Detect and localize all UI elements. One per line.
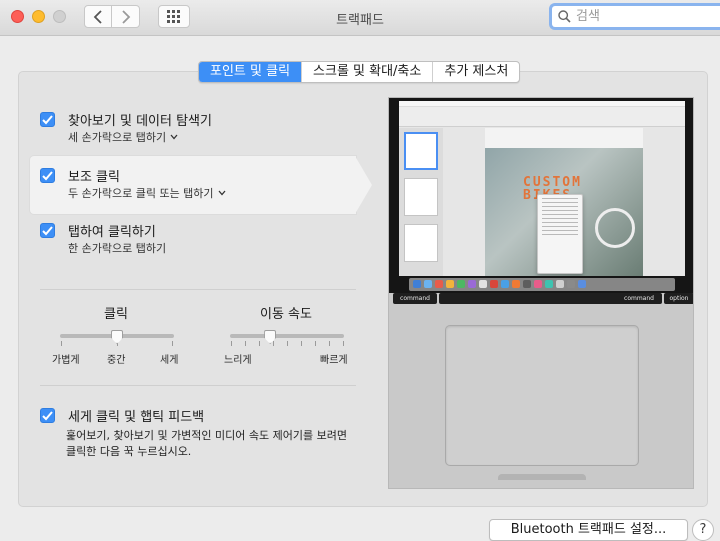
divider <box>40 289 356 290</box>
tracking-speed-tick <box>245 341 246 346</box>
preview-context-menu <box>537 194 583 274</box>
checkmark-icon <box>42 410 53 420</box>
tracking-speed-tick <box>315 341 316 346</box>
secondary-click-gesture-dropdown[interactable]: 두 손가락으로 클릭 또는 탭하기 <box>68 185 226 201</box>
force-click-description-2: 클릭한 다음 꾹 누르십시오. <box>66 445 192 458</box>
preview-dock <box>409 278 675 291</box>
force-click-description-1: 훑어보기, 찾아보기 및 가변적인 미디어 속도 제어기를 보려면 <box>66 429 347 442</box>
help-button[interactable]: ? <box>692 519 714 541</box>
selected-option-pointer <box>355 156 372 214</box>
tap-to-click-checkbox[interactable] <box>40 223 55 238</box>
force-click-checkbox[interactable] <box>40 408 55 423</box>
click-slider-medium-label: 중간 <box>107 355 126 366</box>
tab-point-and-click[interactable]: 포인트 및 클릭 <box>199 62 302 82</box>
checkmark-icon <box>42 225 53 235</box>
tab-bar: 포인트 및 클릭 스크롤 및 확대/축소 추가 제스처 <box>198 61 521 83</box>
laptop-notch <box>498 474 586 480</box>
tracking-speed-title: 이동 속도 <box>260 307 312 322</box>
tracking-speed-track[interactable] <box>230 334 344 338</box>
look-up-gesture-label: 세 손가락으로 탭하기 <box>68 131 167 144</box>
tap-to-click-gesture-label: 한 손가락으로 탭하기 <box>68 240 166 256</box>
tap-to-click-gesture-text: 한 손가락으로 탭하기 <box>68 242 167 255</box>
tracking-speed-tick <box>301 341 302 346</box>
tap-to-click-title: 탭하여 클릭하기 <box>68 225 156 240</box>
tab-scroll-and-zoom[interactable]: 스크롤 및 확대/축소 <box>301 62 432 82</box>
look-up-checkbox[interactable] <box>40 112 55 127</box>
tracking-speed-tick <box>343 341 344 346</box>
preview-screen: CUSTOM BIKES <box>399 101 685 276</box>
tracking-fast-label: 빠르게 <box>320 355 348 366</box>
checkmark-icon <box>42 114 53 124</box>
search-icon <box>558 10 571 23</box>
secondary-click-checkbox[interactable] <box>40 168 55 183</box>
search-input[interactable] <box>576 9 716 24</box>
preview-page-band <box>485 128 643 148</box>
tracking-speed-tick <box>329 341 330 346</box>
preview-thumbnail-sidebar <box>399 128 443 276</box>
preview-thumbnail <box>404 178 438 216</box>
tracking-speed-tick <box>259 341 260 346</box>
look-up-title: 찾아보기 및 데이터 탐색기 <box>68 114 212 129</box>
key-option: option <box>664 293 693 304</box>
preview-document-page: CUSTOM BIKES <box>485 128 643 276</box>
click-slider-light-label: 가볍게 <box>52 355 80 366</box>
preview-keyboard: command command option <box>389 293 693 305</box>
preview-trackpad <box>445 325 639 466</box>
preview-thumbnail <box>404 224 438 262</box>
key-command-right: command <box>616 293 662 304</box>
tracking-speed-tick <box>287 341 288 346</box>
secondary-click-title: 보조 클릭 <box>68 170 120 185</box>
force-click-title: 세게 클릭 및 햅틱 피드백 <box>68 410 205 425</box>
tracking-speed-tick <box>231 341 232 346</box>
click-slider-tick <box>61 341 62 346</box>
chevron-down-icon <box>170 134 178 140</box>
key-space <box>439 293 635 304</box>
click-slider-title: 클릭 <box>104 307 128 322</box>
divider <box>40 385 356 386</box>
preview-toolbar <box>399 107 685 127</box>
tab-more-gestures[interactable]: 추가 제스처 <box>432 62 519 82</box>
tracking-slow-label: 느리게 <box>224 355 252 366</box>
click-slider-firm-label: 세게 <box>160 355 179 366</box>
chevron-down-icon <box>218 190 226 196</box>
click-slider-tick <box>172 341 173 346</box>
preview-thumbnail <box>404 132 438 170</box>
title-bar: 트랙패드 <box>0 0 720 36</box>
laptop-screen-bezel: CUSTOM BIKES <box>389 98 693 293</box>
tracking-speed-tick <box>273 341 274 346</box>
gesture-preview: CUSTOM BIKES <box>388 97 694 489</box>
checkmark-icon <box>42 170 53 180</box>
secondary-click-gesture-label: 두 손가락으로 클릭 또는 탭하기 <box>68 187 214 200</box>
bike-wheel-graphic <box>595 208 635 248</box>
bluetooth-trackpad-setup-button[interactable]: Bluetooth 트랙패드 설정... <box>489 519 688 541</box>
key-command-left: command <box>393 293 437 304</box>
search-field[interactable] <box>549 3 720 30</box>
look-up-gesture-dropdown[interactable]: 세 손가락으로 탭하기 <box>68 129 178 145</box>
